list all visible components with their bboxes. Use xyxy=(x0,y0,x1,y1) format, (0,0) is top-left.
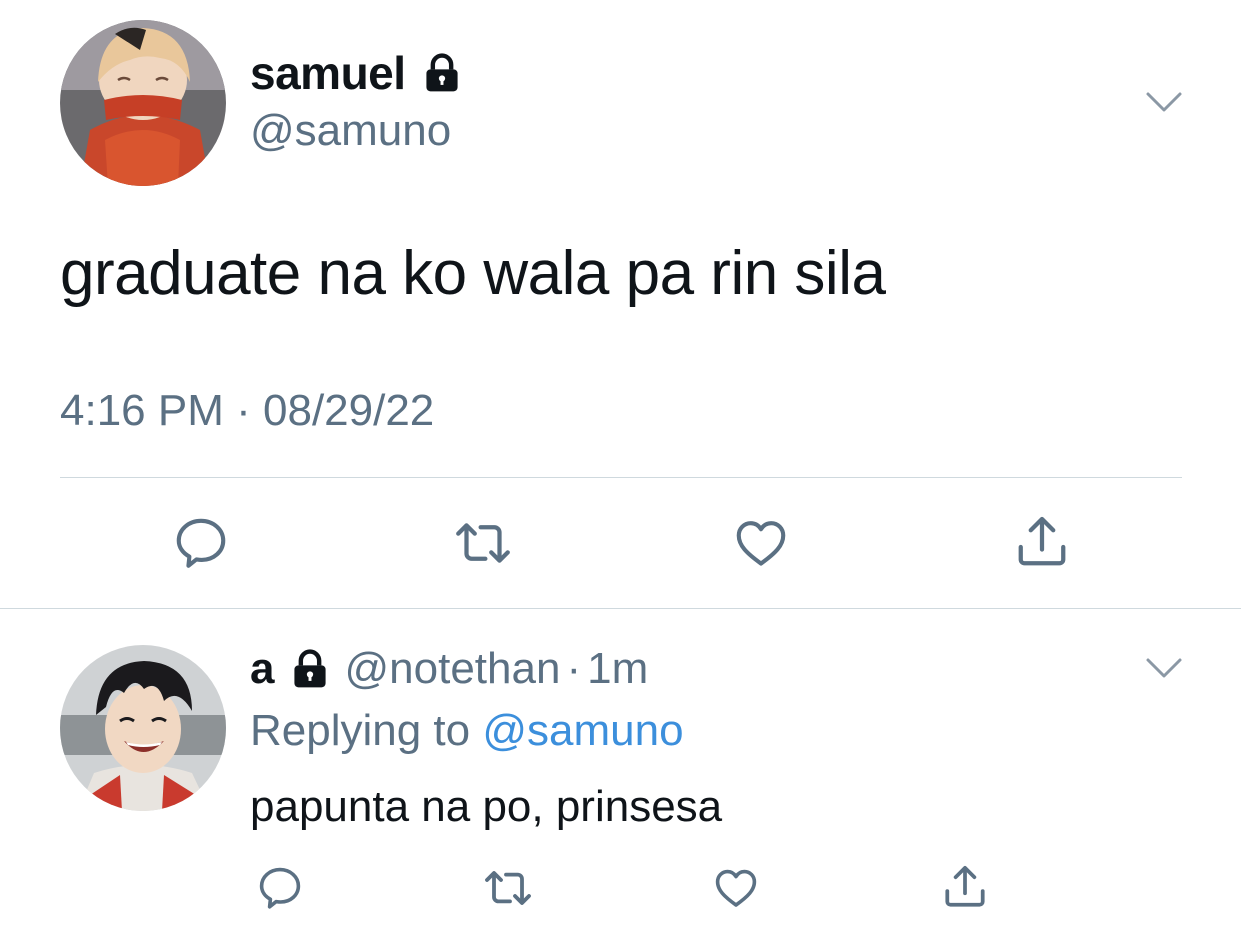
replying-to-mention[interactable]: @samuno xyxy=(482,706,683,755)
reply-time[interactable]: 1m xyxy=(587,644,648,694)
replying-to: Replying to @samuno xyxy=(250,706,684,756)
lock-icon xyxy=(294,649,327,688)
avatar-image xyxy=(60,645,226,811)
lock-icon xyxy=(425,53,458,92)
replying-to-label: Replying to xyxy=(250,706,471,755)
chevron-down-icon[interactable] xyxy=(1144,86,1184,118)
reply-header: a @notethan · 1m xyxy=(250,644,648,694)
reply-text: papunta na po, prinsesa xyxy=(250,782,723,831)
tweet-text: graduate na ko wala pa rin sila xyxy=(60,239,886,308)
like-icon[interactable] xyxy=(712,864,760,912)
tweet-time: 4:16 PM xyxy=(60,386,224,435)
reply-icon[interactable] xyxy=(172,514,230,572)
author-display-name[interactable]: samuel xyxy=(250,46,406,100)
reply-display-name[interactable]: a xyxy=(250,644,274,694)
reply-icon[interactable] xyxy=(256,864,304,912)
meta-separator: · xyxy=(236,386,251,435)
tweet-separator xyxy=(0,608,1241,609)
like-icon[interactable] xyxy=(732,514,790,572)
meta-separator: · xyxy=(566,644,582,693)
share-icon[interactable] xyxy=(1012,512,1072,572)
tweet-timestamp[interactable]: 4:16 PM · 08/29/22 xyxy=(60,386,434,436)
reply-author-avatar[interactable] xyxy=(60,645,226,811)
retweet-icon[interactable] xyxy=(480,864,536,912)
author-avatar[interactable] xyxy=(60,20,226,186)
divider xyxy=(60,477,1182,478)
chevron-down-icon[interactable] xyxy=(1144,652,1184,684)
author-name[interactable]: samuel xyxy=(250,46,464,100)
retweet-icon[interactable] xyxy=(450,514,516,572)
tweet-date: 08/29/22 xyxy=(263,386,435,435)
avatar-image xyxy=(60,20,226,186)
share-icon[interactable] xyxy=(940,862,990,912)
author-handle[interactable]: @samuno xyxy=(250,106,451,156)
reply-handle[interactable]: @notethan xyxy=(344,644,560,694)
